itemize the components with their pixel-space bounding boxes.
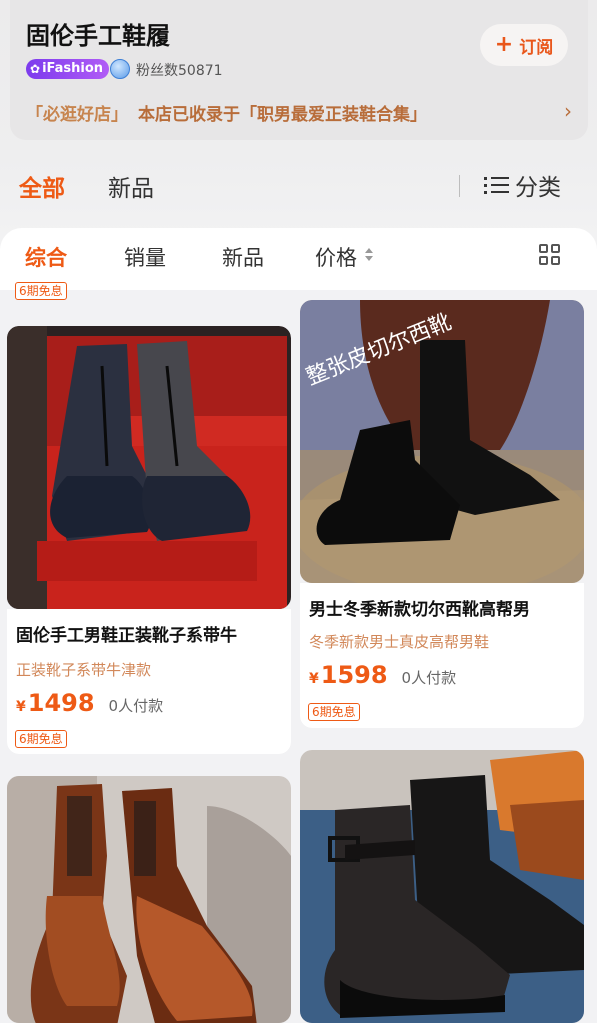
plus-icon: + <box>494 32 514 57</box>
promo-banner[interactable]: 「必逛好店」 本店已收录于「职男最爱正装鞋合集」 <box>26 100 427 125</box>
sort-bar <box>0 228 597 290</box>
paid-count: 0人付款 <box>108 697 164 715</box>
price-row: ¥ 1498 0人付款 <box>16 689 163 717</box>
product-card[interactable] <box>7 776 291 1023</box>
category-label: 分类 <box>515 175 561 201</box>
tab-all[interactable]: 全部 <box>19 169 65 203</box>
product-subtitle: 正装靴子系带牛津款 <box>16 661 152 679</box>
ifashion-icon: ✿ <box>30 62 41 76</box>
tab-divider <box>459 175 460 197</box>
sort-sales[interactable]: 销量 <box>124 242 166 272</box>
product-image <box>7 776 291 1023</box>
product-info: 男士冬季新款切尔西靴高帮男 冬季新款男士真皮高帮男鞋 ¥ 1598 0人付款 6… <box>300 583 584 728</box>
product-image <box>7 326 291 609</box>
fans-count: 粉丝数50871 <box>136 63 223 79</box>
product-image <box>300 750 584 1023</box>
store-header: 固伦手工鞋履 ✿ iFashion 粉丝数50871 + 订阅 「必逛好店」 本店… <box>10 0 588 140</box>
fans-level-icon <box>110 59 130 79</box>
promo-tag: 「必逛好店」 <box>26 105 128 125</box>
subscribe-button[interactable]: + 订阅 <box>480 24 568 66</box>
store-name[interactable]: 固伦手工鞋履 <box>26 16 170 51</box>
installment-tag: 6期免息 <box>15 730 67 748</box>
promo-text: 本店已收录于「职男最爱正装鞋合集」 <box>138 105 427 125</box>
product-card[interactable]: 整张皮切尔西靴 男士冬季新款切尔西靴高帮男 冬季新款男士真皮高帮男鞋 ¥ 159… <box>300 300 584 728</box>
sort-price[interactable]: 价格 <box>315 242 357 272</box>
product-card[interactable] <box>300 750 584 1023</box>
tab-new[interactable]: 新品 <box>108 169 154 203</box>
chevron-right-icon[interactable]: › <box>564 99 572 123</box>
product-info: 固伦手工男鞋正装靴子系带牛 正装靴子系带牛津款 ¥ 1498 0人付款 6期免息 <box>7 609 291 754</box>
installment-tag: 6期免息 <box>308 703 360 721</box>
product-subtitle: 冬季新款男士真皮高帮男鞋 <box>309 633 490 651</box>
store-tabs: 全部 新品 分类 <box>0 165 597 205</box>
ifashion-label: iFashion <box>42 61 104 76</box>
product-image: 整张皮切尔西靴 <box>300 300 584 583</box>
product-price: 1498 <box>27 689 95 717</box>
product-card[interactable]: 固伦手工男鞋正装靴子系带牛 正装靴子系带牛津款 ¥ 1498 0人付款 6期免息 <box>7 326 291 754</box>
subscribe-label: 订阅 <box>519 37 554 58</box>
ifashion-badge: ✿ iFashion <box>26 59 110 79</box>
paid-count: 0人付款 <box>401 669 457 687</box>
sort-arrows-icon <box>364 246 374 264</box>
currency-symbol: ¥ <box>309 671 319 687</box>
list-icon <box>483 174 509 196</box>
currency-symbol: ¥ <box>16 699 26 715</box>
sort-new[interactable]: 新品 <box>222 242 264 272</box>
price-row: ¥ 1598 0人付款 <box>309 661 456 689</box>
sort-comprehensive[interactable]: 综合 <box>25 242 67 272</box>
category-button[interactable]: 分类 <box>483 169 561 201</box>
product-price: 1598 <box>320 661 388 689</box>
installment-tag: 6期免息 <box>15 282 67 300</box>
grid-view-icon[interactable] <box>539 244 561 266</box>
product-title: 男士冬季新款切尔西靴高帮男 <box>309 600 530 620</box>
product-title: 固伦手工男鞋正装靴子系带牛 <box>16 626 237 646</box>
